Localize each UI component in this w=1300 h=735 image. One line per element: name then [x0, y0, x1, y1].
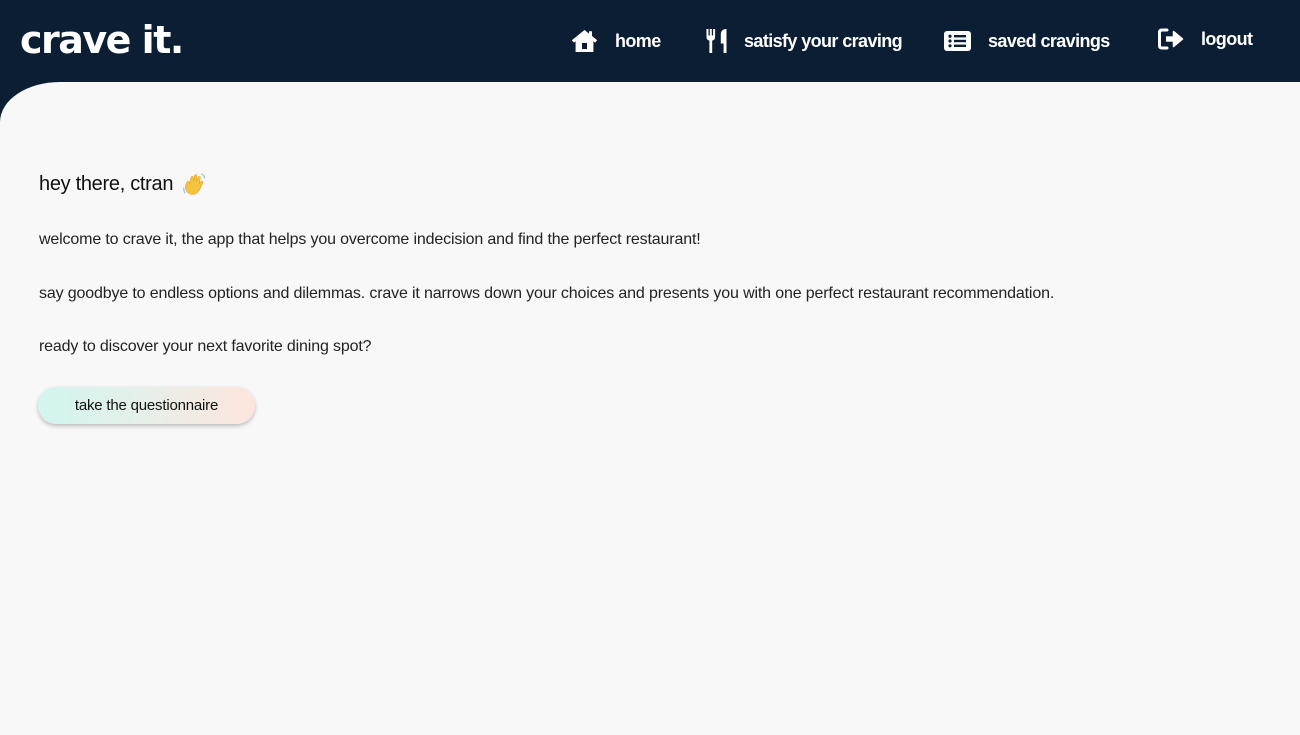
- home-icon: [571, 29, 598, 53]
- list-icon: [944, 31, 971, 51]
- nav-item-saved-cravings[interactable]: saved cravings: [944, 26, 1110, 56]
- greeting-text: hey there, ctran: [39, 172, 174, 195]
- nav-item-home-label: home: [615, 30, 661, 51]
- nav-item-logout-label: logout: [1201, 28, 1253, 49]
- nav-item-saved-label: saved cravings: [988, 30, 1110, 51]
- navbar: crave it. home satisfy your craving save…: [0, 0, 1300, 82]
- main-content: hey there, ctran welcome to crave it, th…: [0, 82, 1300, 735]
- take-questionnaire-button[interactable]: take the questionnaire: [38, 387, 255, 424]
- nav-item-satisfy-your-craving[interactable]: satisfy your craving: [706, 26, 903, 56]
- app-logo[interactable]: crave it.: [20, 16, 184, 64]
- prompt-paragraph: ready to discover your next favorite din…: [39, 338, 372, 355]
- description-paragraph: say goodbye to endless options and dilem…: [39, 285, 1055, 302]
- nav-item-home[interactable]: home: [571, 26, 661, 56]
- nav-item-satisfy-label: satisfy your craving: [744, 30, 903, 51]
- waving-hand-icon: [182, 172, 206, 196]
- greeting-heading: hey there, ctran: [39, 172, 206, 196]
- nav-item-logout[interactable]: logout: [1158, 24, 1253, 54]
- sign-out-icon: [1158, 28, 1184, 50]
- utensils-icon: [706, 28, 728, 54]
- welcome-paragraph: welcome to crave it, the app that helps …: [39, 231, 701, 248]
